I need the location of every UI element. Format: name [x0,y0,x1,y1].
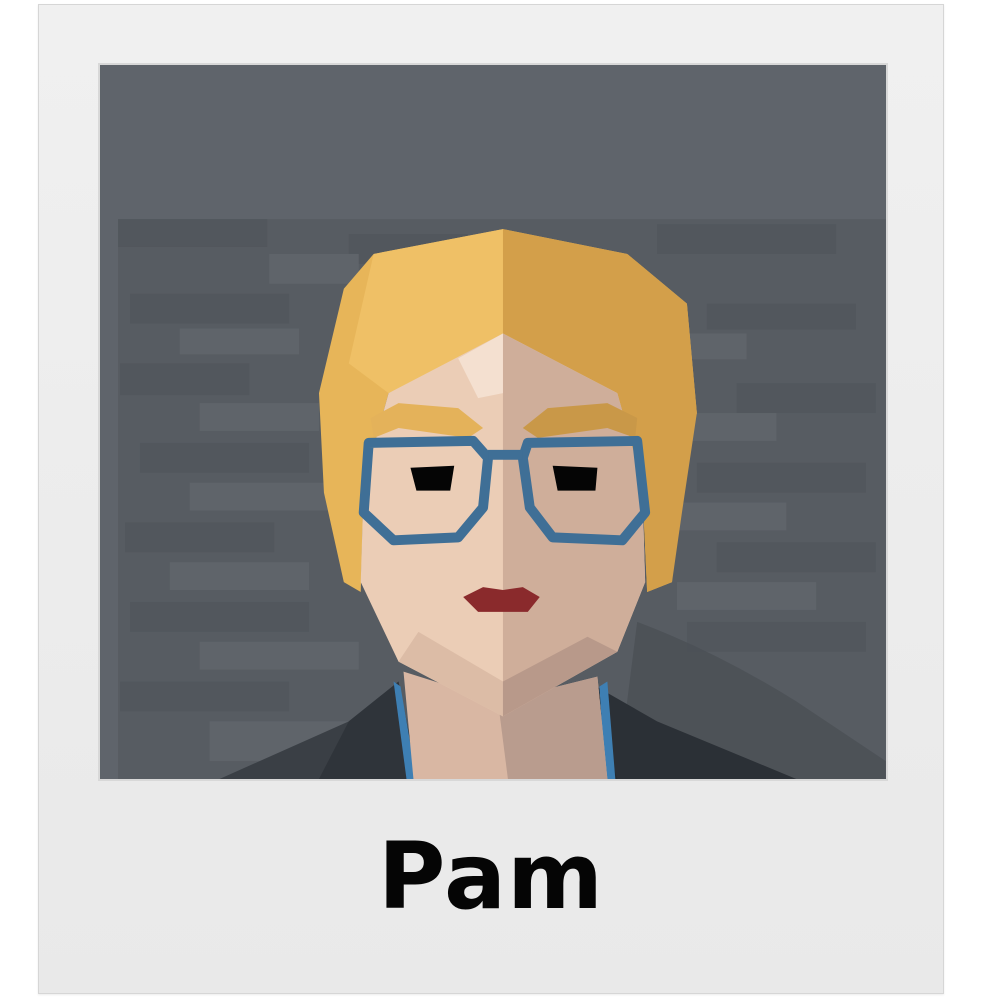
face [360,333,646,717]
character-name: Pam [378,823,604,930]
character-portrait [98,63,888,781]
character-portrait-icon [100,65,886,779]
